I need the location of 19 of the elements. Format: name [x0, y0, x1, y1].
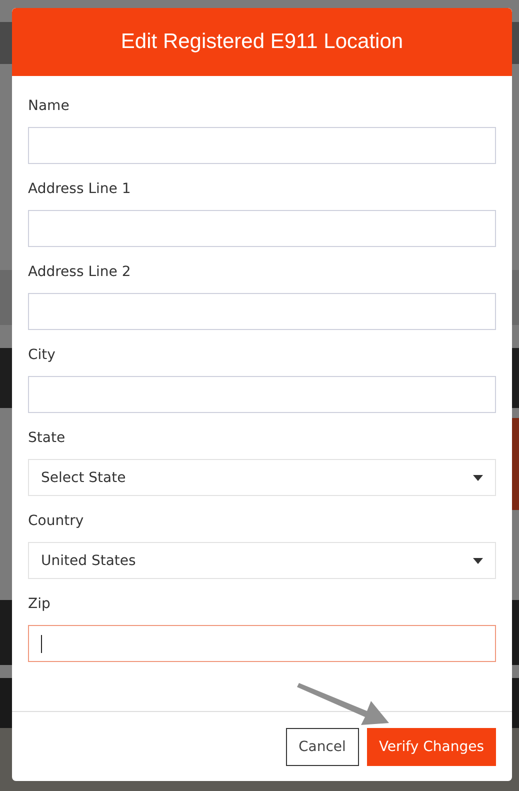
- field-label: Name: [28, 97, 70, 116]
- select-field[interactable]: United States: [28, 542, 496, 579]
- caret-icon: [473, 558, 483, 564]
- dialog-title: Edit Registered E911 Location: [120, 30, 404, 54]
- field-label: State: [28, 429, 66, 448]
- text-cursor: [41, 634, 42, 652]
- input-field[interactable]: [28, 625, 496, 662]
- field-label: Country: [28, 512, 85, 531]
- field-label: Address Line 1: [28, 180, 132, 199]
- input-field[interactable]: [28, 376, 496, 413]
- field-label: Address Line 2: [28, 263, 132, 282]
- input-field[interactable]: [28, 293, 496, 330]
- input-field[interactable]: [28, 127, 496, 164]
- field-label: Zip: [28, 595, 52, 614]
- select-field[interactable]: Select State: [28, 459, 496, 496]
- input-field[interactable]: [28, 210, 496, 247]
- field-label: City: [28, 346, 56, 365]
- caret-icon: [473, 474, 483, 480]
- verify-button[interactable]: Verify Changes: [366, 728, 496, 766]
